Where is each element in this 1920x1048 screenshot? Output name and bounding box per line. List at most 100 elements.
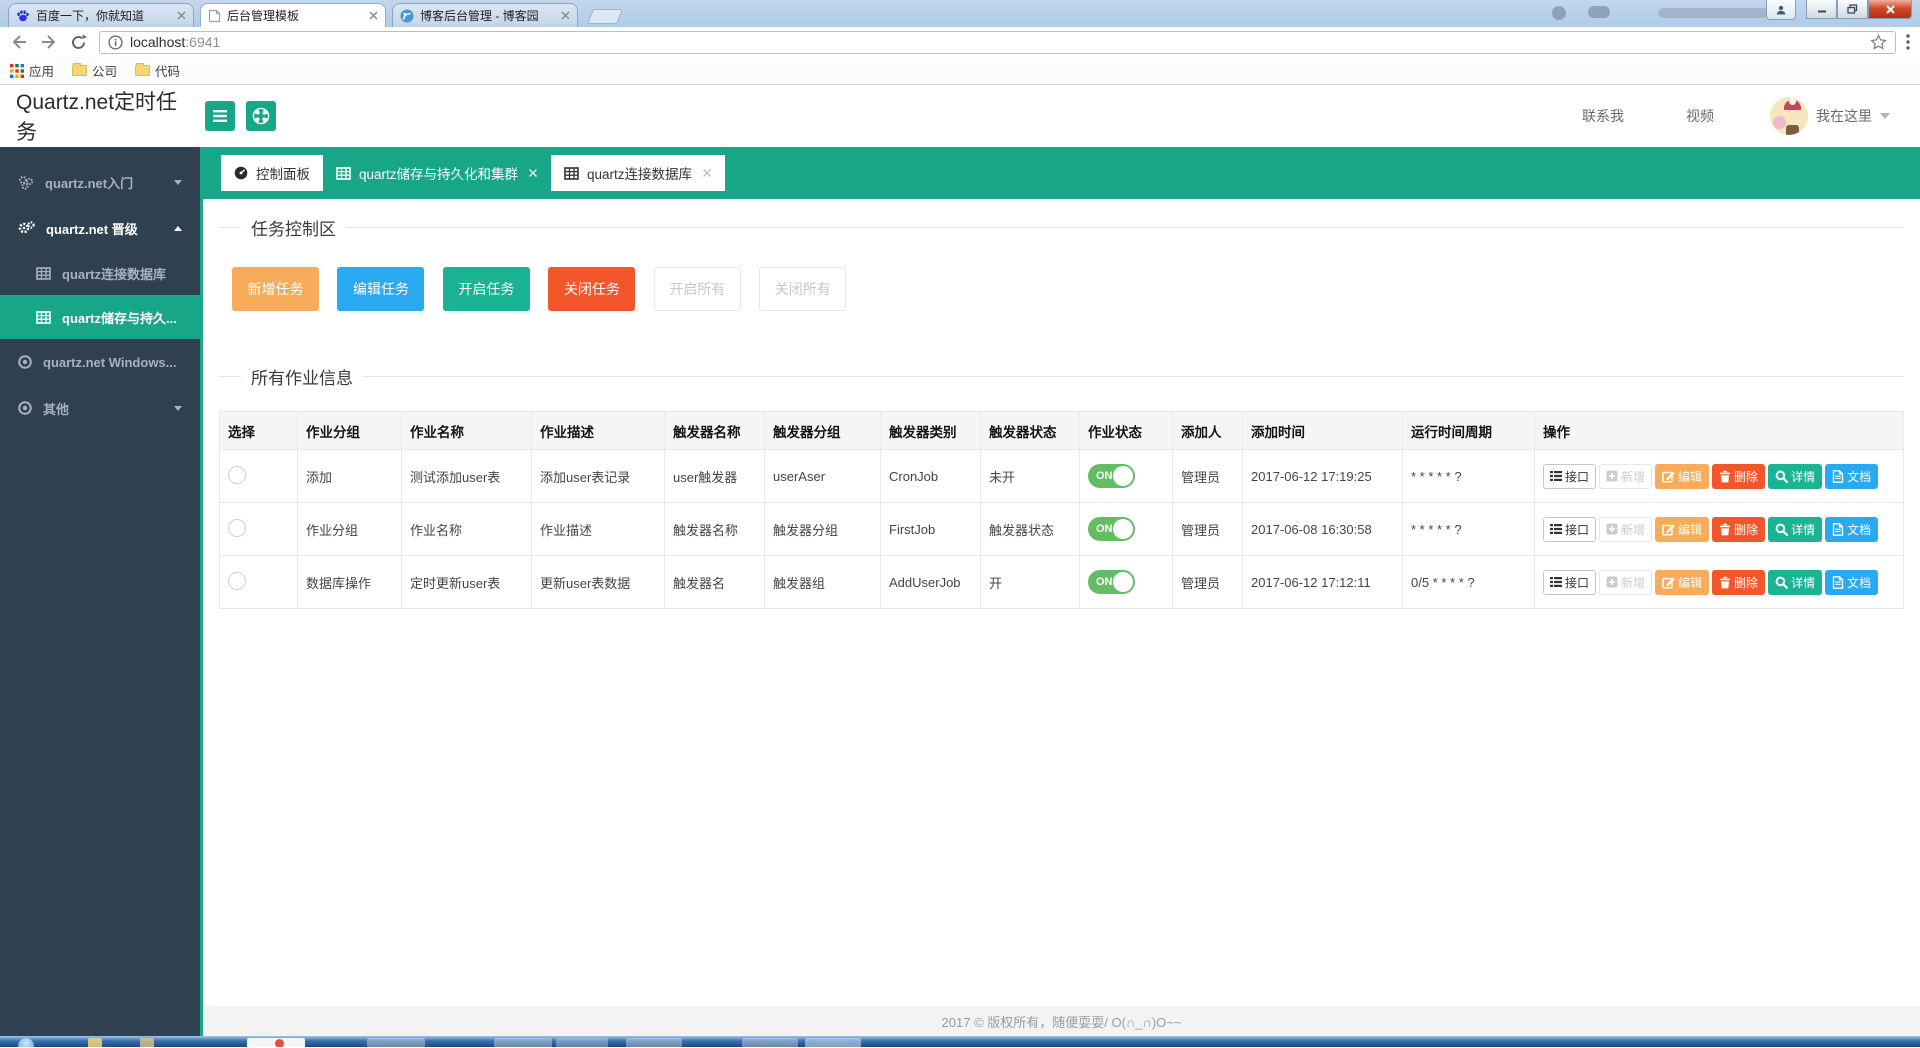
tab-storage-cluster[interactable]: quartz储存与持久化和集群: [323, 155, 551, 191]
sidebar-item-label: quartz连接数据库: [62, 264, 166, 283]
detail-button[interactable]: 详情: [1768, 517, 1822, 542]
start-task-button[interactable]: 开启任务: [443, 267, 530, 311]
detail-button[interactable]: 详情: [1768, 570, 1822, 595]
chevron-down-icon: [174, 406, 182, 411]
close-icon[interactable]: [561, 11, 570, 20]
add-button[interactable]: 新增: [1599, 464, 1652, 489]
user-menu[interactable]: 我在这里: [1770, 97, 1890, 135]
table-icon: [564, 167, 579, 180]
api-button[interactable]: 接口: [1543, 517, 1596, 542]
taskbar-app[interactable]: [367, 1038, 425, 1047]
main-area: quartz.net入门 quartz.net 晋级 quartz连接数据库 q…: [0, 147, 1920, 1036]
doc-button[interactable]: 文档: [1825, 517, 1878, 542]
tab-dashboard[interactable]: 控制面板: [221, 155, 323, 191]
address-bar[interactable]: localhost:6941: [99, 31, 1896, 54]
cell-added_time: 2017-06-08 16:30:58: [1243, 503, 1403, 556]
edit-button[interactable]: 编辑: [1655, 464, 1709, 489]
doc-button[interactable]: 文档: [1825, 464, 1878, 489]
delete-button[interactable]: 删除: [1712, 570, 1765, 595]
taskbar-app[interactable]: [626, 1038, 682, 1047]
edit-button[interactable]: 编辑: [1655, 570, 1709, 595]
job-state-toggle[interactable]: ON: [1088, 464, 1135, 488]
video-link[interactable]: 视频: [1686, 106, 1714, 126]
sidebar-item-windows[interactable]: quartz.net Windows...: [0, 339, 200, 385]
action-label: 详情: [1791, 468, 1815, 485]
refresh-icon[interactable]: [70, 34, 87, 51]
start-orb[interactable]: [18, 1038, 34, 1047]
back-icon[interactable]: [10, 34, 28, 50]
bookmark-folder-code[interactable]: 代码: [135, 61, 180, 80]
sidebar-item-advanced[interactable]: quartz.net 晋级: [0, 205, 200, 251]
help-button[interactable]: [246, 101, 276, 131]
os-taskbar[interactable]: [0, 1036, 1920, 1047]
row-select-radio[interactable]: [228, 519, 246, 537]
chevron-down-icon: [1880, 113, 1890, 119]
edit-task-button[interactable]: 编辑任务: [337, 267, 424, 311]
add-task-button[interactable]: 新增任务: [232, 267, 319, 311]
stop-task-button[interactable]: 关闭任务: [548, 267, 635, 311]
browser-tab-admin-template[interactable]: 后台管理模板: [200, 3, 386, 27]
taskbar-app[interactable]: [805, 1038, 861, 1047]
info-icon[interactable]: [108, 35, 123, 50]
cell-group: 添加: [298, 450, 402, 503]
close-icon[interactable]: [369, 11, 378, 20]
add-button[interactable]: 新增: [1599, 570, 1652, 595]
tab-label: 控制面板: [256, 163, 310, 183]
delete-button[interactable]: 删除: [1712, 517, 1765, 542]
job-state-toggle[interactable]: ON: [1088, 570, 1135, 594]
sidebar-item-storage-cluster[interactable]: quartz储存与持久...: [0, 295, 200, 339]
taskbar-app[interactable]: [494, 1038, 552, 1047]
api-button[interactable]: 接口: [1543, 464, 1596, 489]
action-label: 编辑: [1678, 468, 1702, 485]
delete-button[interactable]: 删除: [1712, 464, 1765, 489]
start-all-button[interactable]: 开启所有: [654, 267, 741, 311]
browser-tab-title: 博客后台管理 - 博客园: [420, 7, 555, 24]
legend-text: 任务控制区: [251, 215, 336, 240]
taskbar-icon[interactable]: [275, 1039, 284, 1047]
taskbar-icon[interactable]: [88, 1038, 102, 1047]
apps-shortcut[interactable]: 应用: [10, 61, 54, 80]
sidebar-toggle-button[interactable]: [205, 101, 235, 131]
close-button[interactable]: [1868, 0, 1912, 19]
edit-icon: [1662, 470, 1675, 483]
add-button[interactable]: 新增: [1599, 517, 1652, 542]
contact-link[interactable]: 联系我: [1582, 106, 1624, 126]
taskbar-icon[interactable]: [140, 1038, 154, 1047]
taskbar-app[interactable]: [742, 1038, 798, 1047]
detail-button[interactable]: 详情: [1768, 464, 1822, 489]
sidebar-item-other[interactable]: 其他: [0, 385, 200, 431]
forward-icon[interactable]: [40, 34, 58, 50]
bookmark-star-icon[interactable]: [1870, 34, 1887, 50]
close-icon[interactable]: [528, 168, 538, 178]
profile-button[interactable]: [1766, 0, 1796, 20]
restore-button[interactable]: [1837, 0, 1868, 19]
new-tab-button[interactable]: [587, 9, 623, 24]
row-select-radio[interactable]: [228, 572, 246, 590]
stop-all-button[interactable]: 关闭所有: [759, 267, 846, 311]
doc-button[interactable]: 文档: [1825, 570, 1878, 595]
column-header: 触发器类别: [881, 412, 981, 450]
job-state-toggle[interactable]: ON: [1088, 517, 1135, 541]
browser-tab-cnblogs[interactable]: 博客后台管理 - 博客园: [392, 3, 578, 27]
chevron-up-icon: [174, 226, 182, 231]
row-select-radio[interactable]: [228, 466, 246, 484]
jobs-table: 选择作业分组作业名称作业描述触发器名称触发器分组触发器类别触发器状态作业状态添加…: [219, 411, 1904, 609]
sidebar-item-label: quartz储存与持久...: [62, 308, 177, 327]
minimize-button[interactable]: [1806, 0, 1837, 19]
api-button[interactable]: 接口: [1543, 570, 1596, 595]
browser-menu-icon[interactable]: [1906, 34, 1910, 50]
close-icon[interactable]: [177, 11, 186, 20]
th-list-icon: [1550, 470, 1562, 482]
sidebar: quartz.net入门 quartz.net 晋级 quartz连接数据库 q…: [0, 147, 200, 1036]
sidebar-item-intro[interactable]: quartz.net入门: [0, 159, 200, 205]
dot-circle-icon: [18, 355, 32, 369]
tab-connect-db[interactable]: quartz连接数据库: [551, 155, 725, 191]
browser-tab-baidu[interactable]: 百度一下，你就知道: [8, 3, 194, 27]
close-icon[interactable]: [702, 168, 712, 178]
action-label: 文档: [1847, 574, 1871, 591]
cell-actions: 接口新增编辑删除详情 文档: [1535, 556, 1904, 609]
bookmark-folder-company[interactable]: 公司: [72, 61, 117, 80]
taskbar-app[interactable]: [556, 1038, 608, 1047]
edit-button[interactable]: 编辑: [1655, 517, 1709, 542]
sidebar-item-connect-db[interactable]: quartz连接数据库: [0, 251, 200, 295]
